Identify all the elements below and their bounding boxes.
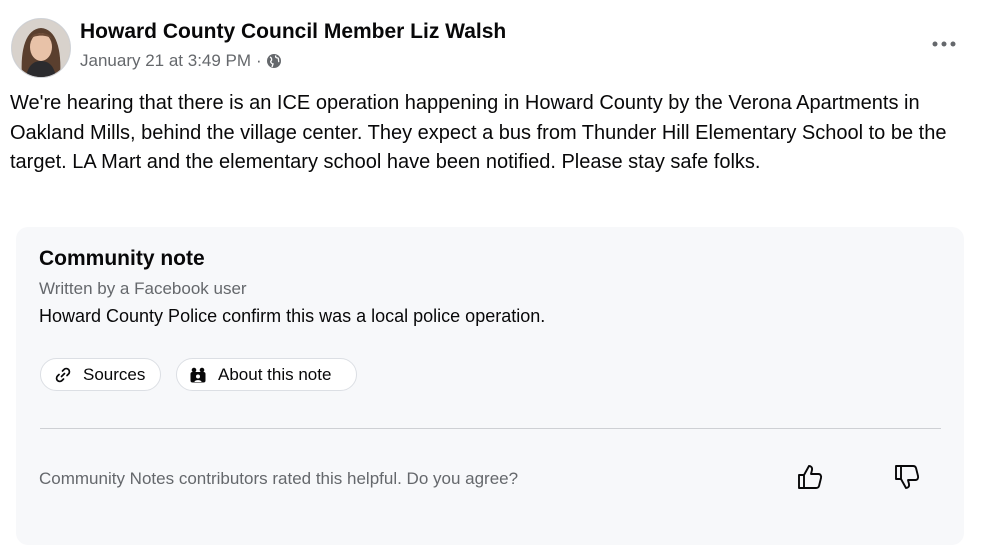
post-meta: January 21 at 3:49 PM ·	[80, 51, 282, 71]
note-divider	[40, 428, 941, 429]
link-icon	[54, 366, 72, 384]
author-avatar[interactable]	[11, 18, 71, 78]
community-note-body: Howard County Police confirm this was a …	[39, 306, 546, 326]
about-this-note-label: About this note	[218, 364, 332, 384]
post-body-text: We're hearing that there is an ICE opera…	[10, 92, 947, 173]
about-this-note-button[interactable]: About this note	[176, 358, 357, 391]
post-timestamp[interactable]: January 21 at 3:49 PM	[80, 51, 251, 71]
community-note-title: Community note	[39, 247, 205, 270]
sources-label: Sources	[83, 364, 146, 384]
thumbs-down-icon[interactable]	[889, 459, 925, 495]
rating-prompt: Community Notes contributors rated this …	[39, 469, 519, 488]
thumbs-up-icon[interactable]	[792, 459, 828, 495]
more-options-icon[interactable]	[926, 30, 962, 58]
avatar-image	[12, 19, 70, 77]
post-author-name[interactable]: Howard County Council Member Liz Walsh	[80, 20, 506, 44]
people-icon	[189, 366, 207, 384]
community-note-card: Community note Written by a Facebook use…	[16, 227, 964, 545]
community-note-author: Written by a Facebook user	[39, 279, 247, 298]
meta-separator: ·	[256, 51, 262, 70]
sources-button[interactable]: Sources	[40, 358, 161, 391]
globe-icon[interactable]	[266, 53, 282, 69]
